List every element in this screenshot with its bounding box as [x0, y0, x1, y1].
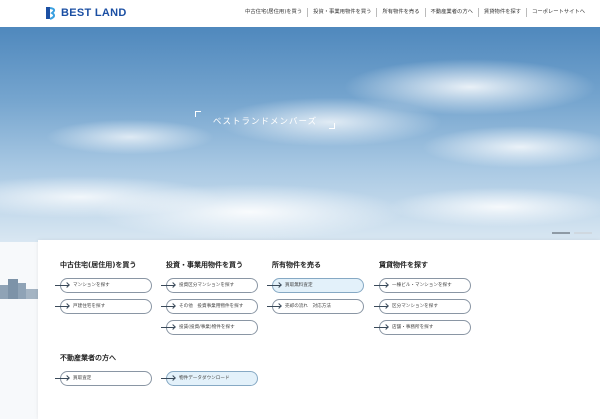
logo-icon — [46, 7, 56, 20]
arrow-icon — [161, 306, 175, 307]
logo[interactable]: BEST LAND — [44, 6, 127, 20]
hero-title-text: ベストランドメンバーズ — [212, 117, 318, 127]
building — [0, 285, 8, 299]
button-label: 一棟ビル・マンションを探す — [392, 283, 452, 288]
button-label: 区分マンションを探す — [392, 304, 438, 309]
arrow-icon — [161, 285, 175, 286]
search-building-button[interactable]: 一棟ビル・マンションを探す — [374, 278, 471, 293]
building — [18, 283, 26, 299]
col-title: 投資・事業用物件を買う — [166, 261, 243, 269]
col-title: 賃貸物件を探す — [379, 261, 428, 269]
nav-rental[interactable]: 賃貸物件を探す — [477, 8, 526, 17]
search-leased-investment-button[interactable]: 投賃(投資/事業)物件を探す — [161, 320, 258, 335]
free-appraisal-button[interactable]: 買取無料査定 — [267, 278, 364, 293]
property-data-download-button[interactable]: 物件データダウンロード — [161, 371, 258, 386]
building — [8, 279, 18, 299]
nav-buy-investment[interactable]: 投資・事業用物件を買う — [307, 8, 376, 17]
button-label: 投資区分マンションを探す — [179, 283, 235, 288]
button-label: 買取無料査定 — [285, 283, 313, 288]
button-label: 買取査定 — [73, 376, 92, 381]
hero-title: ベストランドメンバーズ — [195, 111, 335, 129]
search-unit-mansion-button[interactable]: 区分マンションを探す — [374, 299, 471, 314]
arrow-icon — [55, 306, 69, 307]
purchase-appraisal-button[interactable]: 買取査定 — [55, 371, 152, 386]
button-label: 店舗・事務所を探す — [392, 325, 434, 330]
button-label: その他 投資事業用物件を探す — [179, 304, 244, 309]
slider-dots — [552, 232, 592, 234]
top-nav: 中古住宅(居住用)を買う 投資・事業用物件を買う 所有物件を売る 不動産業者の方… — [240, 8, 590, 17]
button-label: 売却の流れ 対応方法 — [285, 304, 331, 309]
button-label: マンションを探す — [73, 283, 110, 288]
menu-panel: 中古住宅(居住用)を買う マンションを探す 戸建住宅を探す 投資・事業用物件を買… — [38, 240, 600, 419]
search-other-investment-button[interactable]: その他 投資事業用物件を探す — [161, 299, 258, 314]
nav-for-agents[interactable]: 不動産業者の方へ — [424, 8, 478, 17]
bracket-bottom-right — [329, 123, 335, 129]
nav-corporate-site[interactable]: コーポレートサイトへ — [526, 8, 590, 17]
search-store-office-button[interactable]: 店舗・事務所を探す — [374, 320, 471, 335]
menu-col-buy-home: 中古住宅(居住用)を買う マンションを探す 戸建住宅を探す — [55, 260, 152, 320]
menu-col-rental: 賃貸物件を探す 一棟ビル・マンションを探す 区分マンションを探す 店舗・事務所を… — [374, 260, 471, 341]
site-header: BEST LAND 中古住宅(居住用)を買う 投資・事業用物件を買う 所有物件を… — [0, 0, 600, 27]
hero-banner: ベストランドメンバーズ — [0, 27, 600, 242]
search-investment-mansion-button[interactable]: 投資区分マンションを探す — [161, 278, 258, 293]
slider-dot[interactable] — [552, 232, 570, 234]
search-mansion-button[interactable]: マンションを探す — [55, 278, 152, 293]
arrow-icon — [267, 285, 281, 286]
arrow-icon — [374, 306, 388, 307]
col-title: 不動産業者の方へ — [60, 354, 116, 362]
menu-col-buy-investment: 投資・事業用物件を買う 投資区分マンションを探す その他 投資事業用物件を探す … — [161, 260, 258, 341]
building — [26, 289, 38, 299]
sale-flow-button[interactable]: 売却の流れ 対応方法 — [267, 299, 364, 314]
agents-buttons: 買取査定 物件データダウンロード — [55, 371, 258, 392]
arrow-icon — [55, 378, 69, 379]
arrow-icon — [267, 306, 281, 307]
col-title: 中古住宅(居住用)を買う — [60, 261, 137, 269]
button-label: 戸建住宅を探す — [73, 304, 106, 309]
arrow-icon — [161, 378, 175, 379]
button-label: 投賃(投資/事業)物件を探す — [179, 325, 235, 330]
slider-dot[interactable] — [574, 232, 592, 234]
button-label: 物件データダウンロード — [179, 376, 230, 381]
nav-sell-property[interactable]: 所有物件を売る — [376, 8, 424, 17]
menu-col-sell: 所有物件を売る 買取無料査定 売却の流れ 対応方法 — [267, 260, 364, 320]
nav-buy-home[interactable]: 中古住宅(居住用)を買う — [240, 8, 307, 17]
logo-text: BEST LAND — [61, 7, 127, 19]
col-title: 所有物件を売る — [272, 261, 321, 269]
arrow-icon — [374, 327, 388, 328]
menu-col-agents: 不動産業者の方へ 買取査定 物件データダウンロード — [55, 353, 258, 392]
arrow-icon — [55, 285, 69, 286]
arrow-icon — [374, 285, 388, 286]
arrow-icon — [161, 327, 175, 328]
search-house-button[interactable]: 戸建住宅を探す — [55, 299, 152, 314]
